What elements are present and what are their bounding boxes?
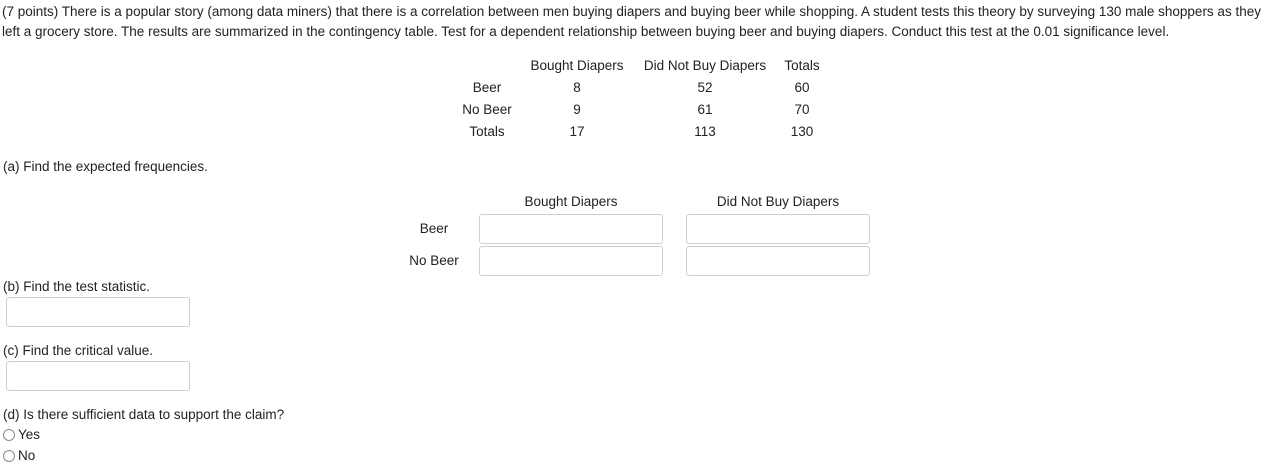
ct-cell: 61 bbox=[697, 102, 713, 117]
ct-cell: 113 bbox=[694, 124, 716, 139]
ct-cell: 130 bbox=[790, 124, 814, 139]
critical-value-input[interactable] bbox=[6, 361, 190, 391]
option-label: No bbox=[18, 448, 36, 463]
radio-button[interactable] bbox=[3, 429, 15, 441]
expected-row-label-no-beer: No Beer bbox=[409, 253, 459, 268]
expected-beer-bought-input[interactable] bbox=[479, 214, 663, 244]
ct-row-label: Beer bbox=[472, 80, 502, 95]
part-d-question: (d) Is there sufficient data to support … bbox=[3, 407, 285, 422]
ct-header-totals: Totals bbox=[784, 58, 820, 73]
ct-cell: 52 bbox=[697, 80, 713, 95]
expected-col-header-bought: Bought Diapers bbox=[524, 194, 618, 209]
part-a-question: (a) Find the expected frequencies. bbox=[3, 159, 208, 174]
expected-no-beer-bought-input[interactable] bbox=[479, 246, 663, 276]
ct-cell: 60 bbox=[794, 80, 810, 95]
ct-cell: 9 bbox=[573, 102, 581, 117]
ct-cell: 17 bbox=[569, 124, 585, 139]
ct-row-label: Totals bbox=[469, 124, 505, 139]
test-statistic-input[interactable] bbox=[6, 297, 190, 327]
ct-header-not-bought: Did Not Buy Diapers bbox=[643, 58, 767, 73]
expected-row-label-beer: Beer bbox=[419, 221, 449, 236]
option-label: Yes bbox=[18, 427, 41, 442]
option-yes[interactable]: Yes bbox=[3, 426, 40, 444]
option-no[interactable]: No bbox=[3, 447, 35, 465]
contingency-table: Bought Diapers Did Not Buy Diapers Total… bbox=[0, 0, 1279, 150]
expected-col-header-not-bought: Did Not Buy Diapers bbox=[716, 194, 840, 209]
expected-no-beer-not-bought-input[interactable] bbox=[686, 246, 870, 276]
part-c-question: (c) Find the critical value. bbox=[3, 343, 154, 358]
ct-cell: 8 bbox=[573, 80, 581, 95]
expected-beer-not-bought-input[interactable] bbox=[686, 214, 870, 244]
ct-cell: 70 bbox=[794, 102, 810, 117]
part-b-question: (b) Find the test statistic. bbox=[3, 279, 151, 294]
ct-header-bought: Bought Diapers bbox=[530, 58, 624, 73]
radio-button[interactable] bbox=[3, 450, 15, 462]
ct-row-label: No Beer bbox=[462, 102, 512, 117]
